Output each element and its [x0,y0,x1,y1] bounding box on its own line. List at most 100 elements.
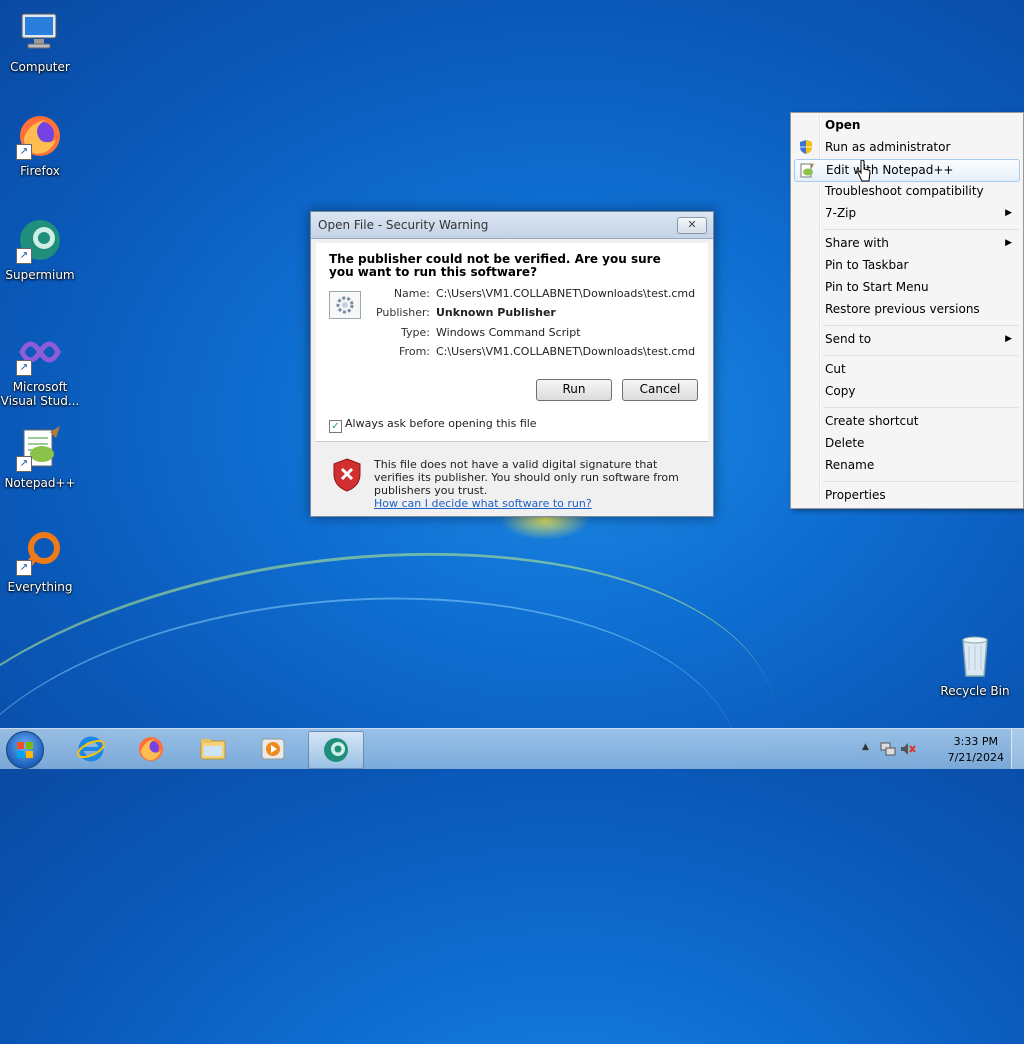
taskbar: ▲ 3:33 PM 7/21/2024 [0,728,1024,769]
media-player-icon [261,738,285,760]
file-gear-icon [329,291,361,319]
wallpaper-swoosh [0,565,756,1017]
taskbar-file-explorer[interactable] [186,731,240,767]
desktop-icon-computer[interactable]: Computer [0,8,80,74]
menu-item-edit-with-notepadpp[interactable]: Edit with Notepad++ [794,159,1020,182]
red-shield-icon [333,458,361,492]
clock-time: 3:33 PM [953,735,998,748]
dialog-titlebar[interactable]: Open File - Security Warning ✕ [311,212,713,239]
menu-separator [823,355,1019,356]
close-button[interactable]: ✕ [677,217,707,234]
file-explorer-icon [200,739,226,760]
desktop-icon-notepadpp[interactable]: ↗ Notepad++ [0,424,80,490]
checkbox-check-icon: ✓ [329,420,342,433]
firefox-icon [139,737,163,761]
menu-item-share-with[interactable]: Share with ▶ [794,233,1020,254]
field-key: From: [399,345,430,358]
menu-item-create-shortcut[interactable]: Create shortcut [794,411,1020,432]
show-hidden-icons-icon[interactable]: ▲ [862,742,869,752]
checkbox-label: Always ask before opening this file [345,417,537,430]
menu-item-copy[interactable]: Copy [794,381,1020,402]
dialog-title: Open File - Security Warning [318,218,489,232]
run-button[interactable]: Run [536,379,612,401]
security-warning-dialog: Open File - Security Warning ✕ The publi… [310,211,714,517]
menu-item-properties[interactable]: Properties [794,485,1020,506]
shortcut-arrow-icon: ↗ [16,248,32,264]
menu-separator [823,407,1019,408]
field-value: C:\Users\VM1.COLLABNET\Downloads\test.cm… [436,287,696,300]
always-ask-checkbox[interactable]: ✓ Always ask before opening this file [329,417,537,433]
dialog-question: The publisher could not be verified. Are… [329,252,661,279]
system-tray: ▲ 3:33 PM 7/21/2024 [858,729,1018,769]
notepadpp-icon: ↗ [16,424,64,472]
taskbar-media-player[interactable] [246,731,300,767]
menu-item-pin-to-taskbar[interactable]: Pin to Taskbar [794,255,1020,276]
menu-item-rename[interactable]: Rename [794,455,1020,476]
menu-separator [823,481,1019,482]
desktop-icon-label: Firefox [20,164,60,178]
field-key: Type: [401,326,430,339]
menu-item-restore-previous-versions[interactable]: Restore previous versions [794,299,1020,320]
menu-separator [823,325,1019,326]
desktop-icon-everything[interactable]: ↗ Everything [0,528,80,594]
firefox-icon: ↗ [16,112,64,160]
cancel-button[interactable]: Cancel [622,379,698,401]
menu-item-open[interactable]: Open [794,115,1020,136]
menu-item-delete[interactable]: Delete [794,433,1020,454]
warning-panel: This file does not have a valid digital … [316,442,708,511]
menu-item-run-as-administrator[interactable]: Run as administrator [794,137,1020,158]
shortcut-arrow-icon: ↗ [16,360,32,376]
network-icon[interactable] [880,741,896,757]
field-value: Windows Command Script [436,326,581,339]
desktop-icon-label: Computer [10,60,70,74]
field-key: Publisher: [375,306,430,319]
desktop-icon-label: Notepad++ [4,476,76,490]
menu-item-7zip[interactable]: 7-Zip ▶ [794,203,1020,224]
submenu-arrow-icon: ▶ [1005,238,1012,248]
menu-item-cut[interactable]: Cut [794,359,1020,380]
field-key: Name: [393,287,430,300]
submenu-arrow-icon: ▶ [1005,208,1012,218]
dialog-body: The publisher could not be verified. Are… [316,243,708,511]
internet-explorer-icon [77,736,105,762]
desktop-icon-visual-studio[interactable]: ↗ Microsoft Visual Stud... [0,328,80,408]
everything-search-icon: ↗ [16,528,64,576]
desktop-icon-label: Microsoft Visual Stud... [0,380,80,408]
desktop-icon-supermium[interactable]: ↗ Supermium [0,216,80,282]
warning-text: This file does not have a valid digital … [374,458,694,510]
visual-studio-icon: ↗ [16,328,64,376]
menu-item-pin-to-start-menu[interactable]: Pin to Start Menu [794,277,1020,298]
help-link[interactable]: How can I decide what software to run? [374,497,592,510]
context-menu: Open Run as administrator Edit with Note… [790,112,1024,509]
menu-separator [823,229,1019,230]
shortcut-arrow-icon: ↗ [16,456,32,472]
desktop-icon-label: Everything [7,580,73,594]
warning-message: This file does not have a valid digital … [374,458,679,497]
taskbar-firefox[interactable] [124,731,178,767]
field-value: C:\Users\VM1.COLLABNET\Downloads\test.cm… [436,345,696,358]
desktop-icon-label: Supermium [5,268,75,282]
supermium-icon [324,738,348,762]
menu-item-send-to[interactable]: Send to ▶ [794,329,1020,350]
uac-shield-icon [798,139,814,155]
taskbar-supermium[interactable] [308,731,364,769]
submenu-arrow-icon: ▶ [1005,334,1012,344]
hand-cursor-icon [857,160,871,182]
show-desktop-button[interactable] [1011,729,1024,769]
shortcut-arrow-icon: ↗ [16,144,32,160]
clock[interactable]: 3:33 PM 7/21/2024 [948,734,1004,766]
volume-muted-icon[interactable] [900,741,916,757]
clock-date: 7/21/2024 [947,751,1004,764]
taskbar-internet-explorer[interactable] [64,731,118,767]
wallpaper-swoosh [0,499,806,1044]
desktop-icon-label: Recycle Bin [940,684,1010,698]
supermium-icon: ↗ [16,216,64,264]
desktop-icon-firefox[interactable]: ↗ Firefox [0,112,80,178]
notepadpp-icon [799,162,815,178]
recycle-bin-icon [951,632,999,680]
field-value: Unknown Publisher [436,306,556,319]
menu-item-troubleshoot-compatibility[interactable]: Troubleshoot compatibility [794,181,1020,202]
desktop-icon-recycle-bin[interactable]: Recycle Bin [935,632,1015,698]
shortcut-arrow-icon: ↗ [16,560,32,576]
start-button[interactable] [6,731,44,769]
